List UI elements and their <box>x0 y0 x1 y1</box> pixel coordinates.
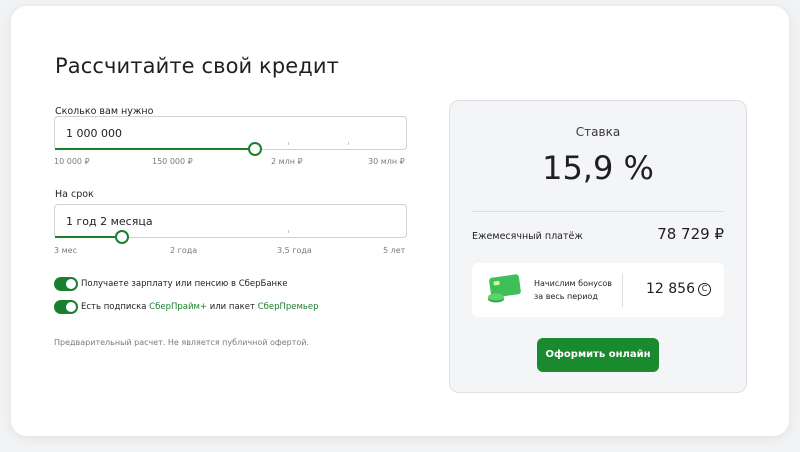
bonus-box: Начислим бонусов за весь период 12 856 С <box>472 263 724 317</box>
toggle-knob <box>66 279 76 289</box>
bonus-coin-icon: С <box>698 283 711 296</box>
summary-panel: Ставка 15,9 % Ежемесячный платёж 78 729 … <box>449 100 747 393</box>
payment-label: Ежемесячный платёж <box>472 231 583 242</box>
bonus-text-line1: Начислим бонусов <box>534 279 612 288</box>
term-scale-2: 2 года <box>170 246 198 255</box>
salary-toggle-label: Получаете зарплату или пенсию в СберБанк… <box>81 279 288 289</box>
amount-slider-handle[interactable] <box>248 142 262 156</box>
amount-input[interactable]: 1 000 000 <box>54 116 407 156</box>
subscription-text-mid: или пакет <box>207 302 258 312</box>
slider-tick <box>288 230 289 233</box>
bonus-description: Начислим бонусов за весь период <box>534 277 612 303</box>
slider-tick <box>348 142 349 145</box>
amount-scale-3: 2 млн ₽ <box>271 157 303 166</box>
subscription-text-before: Есть подписка <box>81 302 150 312</box>
divider <box>472 211 724 212</box>
term-label: На срок <box>55 189 94 200</box>
bonus-value: 12 856 <box>646 281 695 297</box>
subscription-toggle-label: Есть подписка СберПрайм+ или пакет СберП… <box>81 302 319 312</box>
payment-value: 78 729 ₽ <box>657 225 724 243</box>
bonus-separator <box>622 273 623 307</box>
term-slider-track <box>55 236 122 238</box>
bonus-text-line2: за весь период <box>534 292 598 301</box>
term-scale-3: 3,5 года <box>277 246 312 255</box>
amount-scale-2: 150 000 ₽ <box>152 157 193 166</box>
toggle-knob <box>66 302 76 312</box>
apply-online-button[interactable]: Оформить онлайн <box>537 338 659 372</box>
sberprime-link[interactable]: СберПрайм+ <box>149 302 207 312</box>
amount-value: 1 000 000 <box>66 127 122 140</box>
disclaimer: Предварительный расчет. Не является публ… <box>54 338 310 347</box>
rate-label: Ставка <box>575 125 621 139</box>
sberpremier-link[interactable]: СберПремьер <box>258 302 319 312</box>
term-scale-min: 3 мес <box>54 246 77 255</box>
calculator-card: Рассчитайте свой кредит Сколько вам нужн… <box>11 6 789 436</box>
amount-scale-max: 30 млн ₽ <box>368 157 405 166</box>
term-scale-max: 5 лет <box>383 246 406 255</box>
term-input[interactable]: 1 год 2 месяца <box>54 204 407 244</box>
subscription-toggle[interactable] <box>54 300 78 314</box>
term-value: 1 год 2 месяца <box>66 215 153 228</box>
salary-toggle[interactable] <box>54 277 78 291</box>
amount-scale-min: 10 000 ₽ <box>54 157 90 166</box>
page-title: Рассчитайте свой кредит <box>55 54 339 78</box>
slider-tick <box>288 142 289 145</box>
rate-value: 15,9 % <box>542 149 654 187</box>
term-slider-handle[interactable] <box>115 230 129 244</box>
bonus-card-icon <box>488 274 521 303</box>
amount-slider-track <box>55 148 255 150</box>
